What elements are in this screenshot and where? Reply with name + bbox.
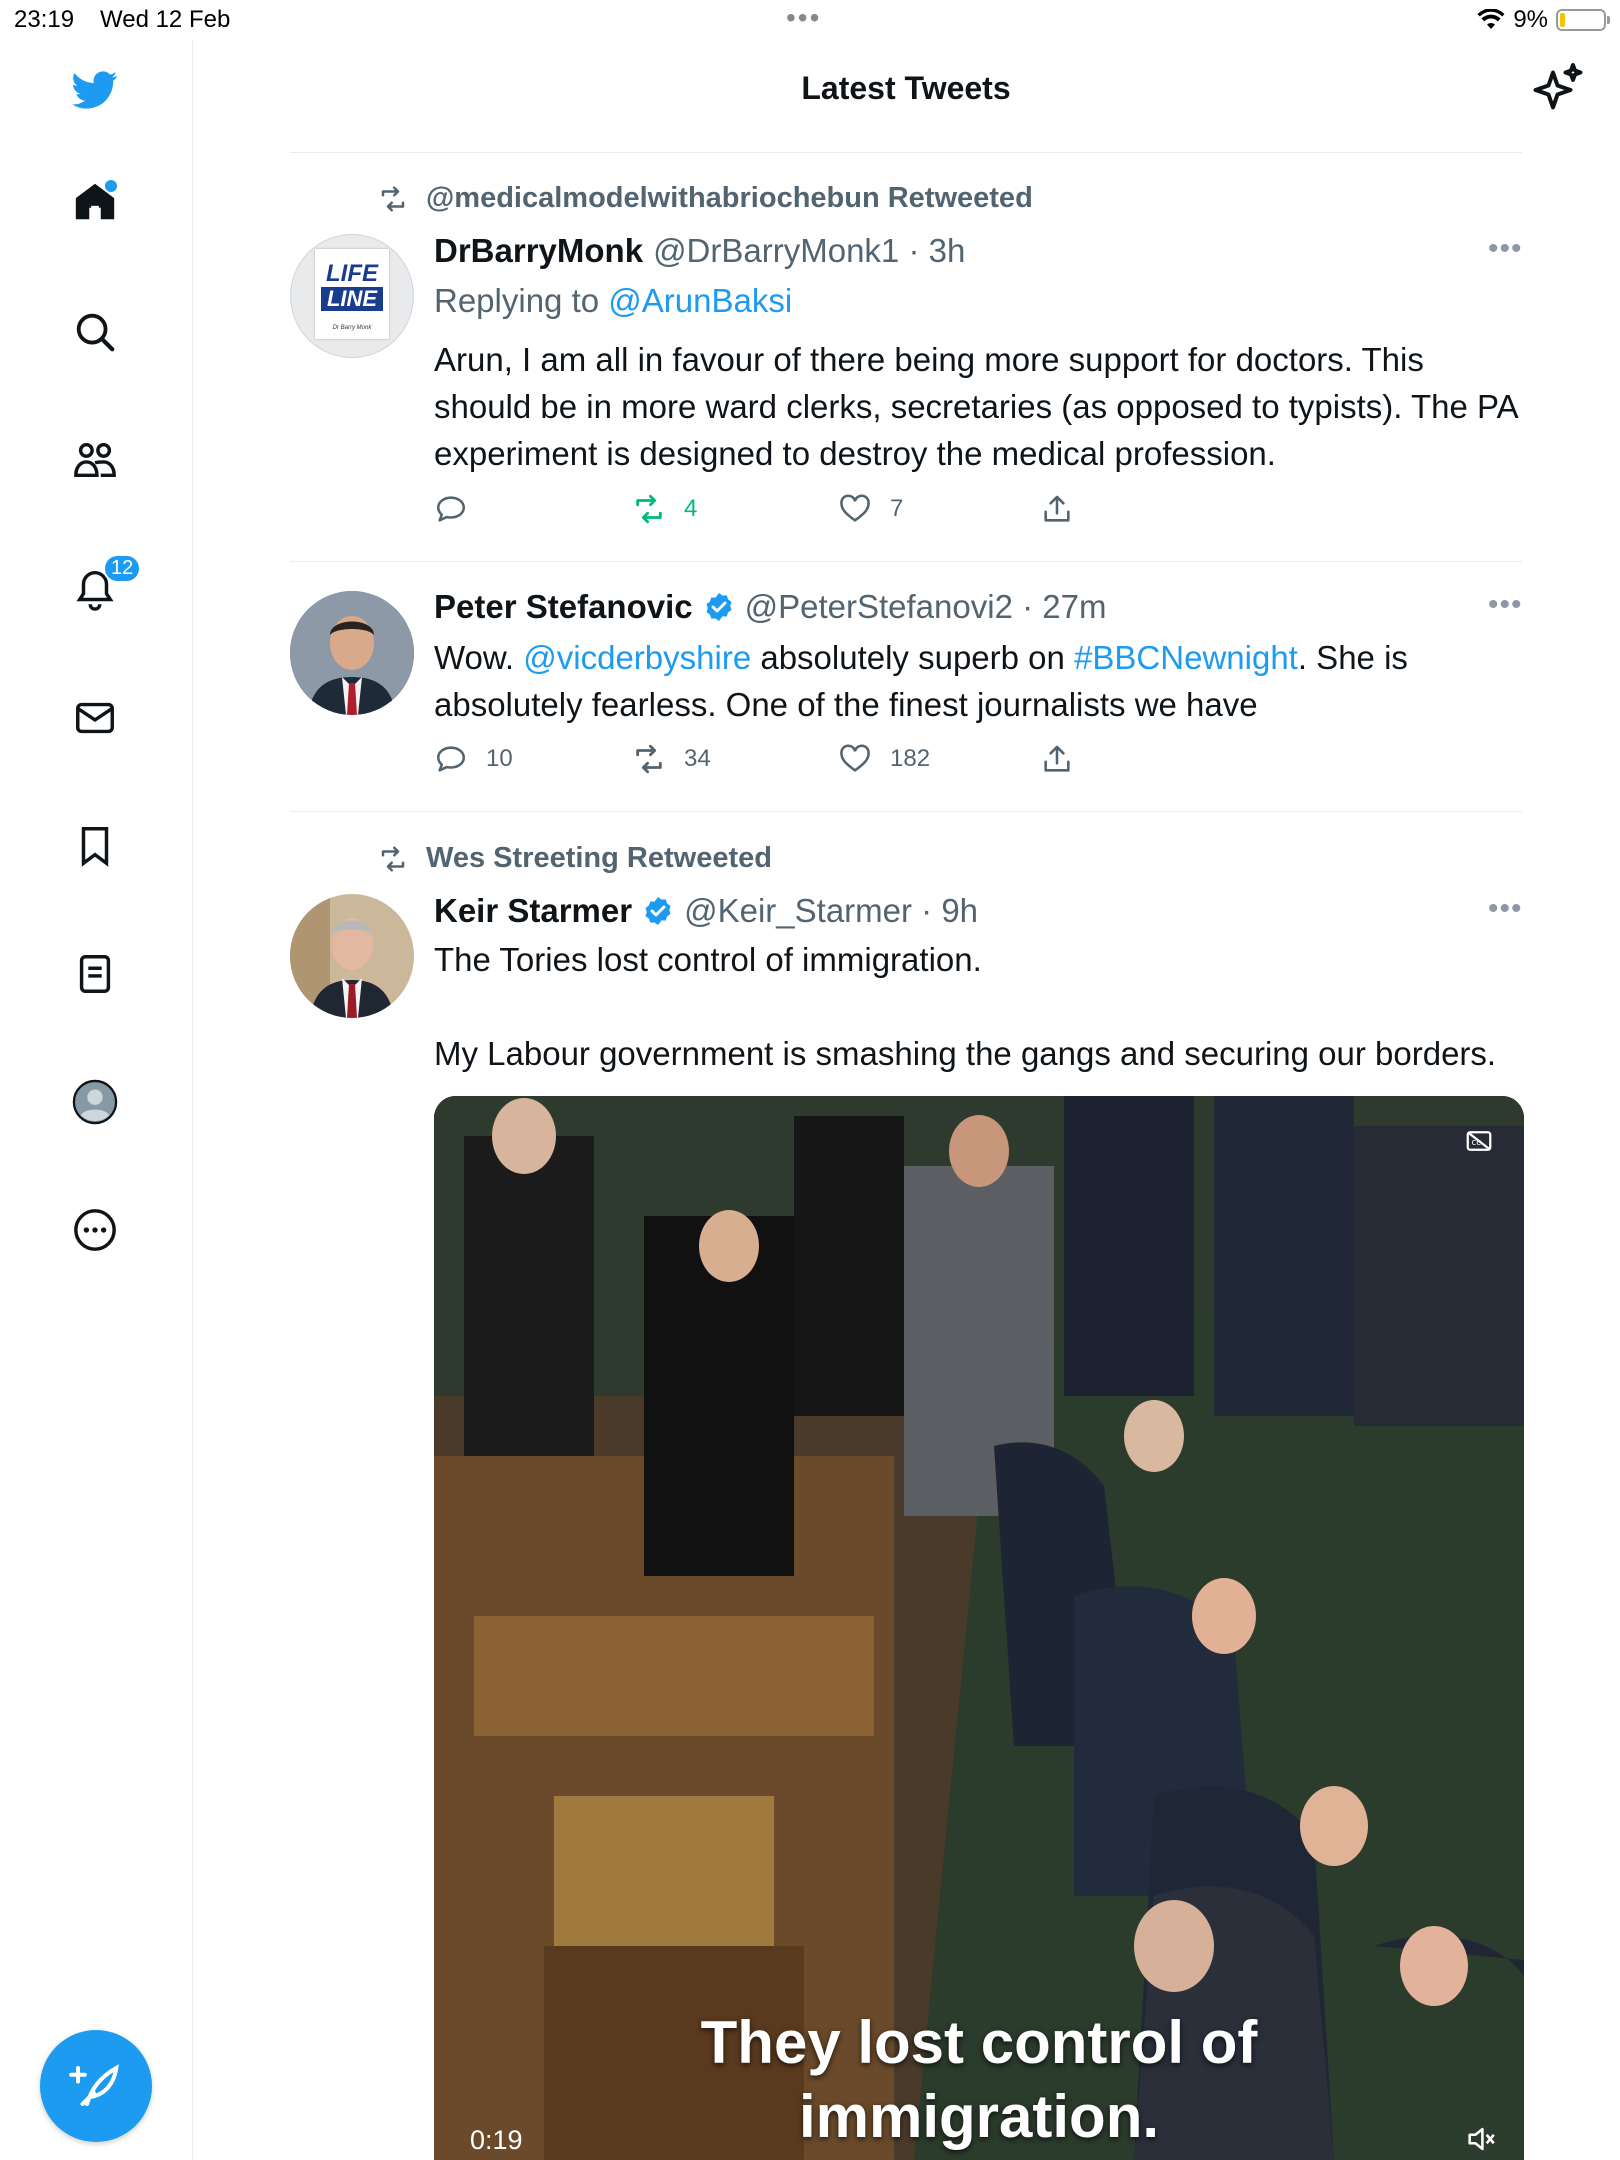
status-date: Wed 12 Feb: [100, 6, 231, 33]
status-bar: 23:19 Wed 12 Feb ••• 9%: [0, 0, 1620, 40]
heart-icon: [840, 494, 870, 522]
avatar-portrait: [290, 894, 414, 1018]
video-player[interactable]: cc They lost control of immigration. 0:1…: [434, 1096, 1524, 2160]
avatar[interactable]: [290, 894, 414, 1018]
retweeted-by[interactable]: @medicalmodelwithabriochebun Retweeted: [426, 182, 1033, 215]
retweet-icon: [381, 846, 405, 871]
lists-icon[interactable]: [67, 946, 123, 1002]
mute-icon[interactable]: [1464, 2122, 1498, 2156]
heart-icon: [840, 744, 870, 772]
sidebar: 12: [0, 40, 193, 2160]
share-icon: [1044, 495, 1070, 522]
header-divider: [290, 152, 1522, 153]
home-icon[interactable]: [67, 174, 123, 230]
page-title: Latest Tweets: [801, 70, 1011, 106]
notifications-badge: 12: [103, 554, 142, 583]
retweet-button[interactable]: 4: [632, 492, 697, 526]
battery-icon: [1556, 9, 1610, 31]
like-count: 7: [890, 495, 904, 522]
avatar[interactable]: LIFE LINE Dr Barry Monk: [290, 234, 414, 358]
notifications-bell-icon[interactable]: 12: [67, 554, 142, 616]
tweet-divider: [290, 561, 1522, 562]
avatar-portrait: [290, 591, 414, 715]
battery-percent: 9%: [1513, 6, 1548, 33]
share-button[interactable]: [1040, 492, 1074, 526]
svg-text:cc: cc: [1472, 1138, 1482, 1148]
reply-context: Replying to @ArunBaksi: [434, 282, 792, 320]
reply-icon: [436, 496, 466, 522]
reply-prefix: Replying to: [434, 282, 609, 319]
tweet-more-button[interactable]: •••: [1488, 588, 1523, 622]
tweet-divider: [290, 811, 1522, 812]
tweet-more-button[interactable]: •••: [1488, 232, 1523, 266]
tweet-more-button[interactable]: •••: [1488, 892, 1523, 926]
like-button[interactable]: 182: [838, 742, 930, 776]
captions-icon[interactable]: cc: [1464, 1126, 1494, 1156]
retweet-icon: [636, 494, 662, 524]
tweet-text-part1: Wow.: [434, 639, 524, 676]
retweet-button[interactable]: 34: [632, 742, 711, 776]
tweet-actions: 4 7: [434, 492, 1134, 532]
handle-time[interactable]: @Keir_Starmer · 9h: [684, 892, 978, 930]
more-options-icon[interactable]: [67, 1202, 123, 1258]
tweet-text: Wow. @vicderbyshire absolutely superb on…: [434, 634, 1524, 728]
retweet-context: Wes Streeting Retweeted: [376, 842, 772, 875]
status-time: 23:19: [14, 6, 75, 33]
messages-icon[interactable]: [67, 690, 123, 746]
video-caption-line2: immigration.: [798, 2083, 1160, 2150]
display-name[interactable]: Peter Stefanovic: [434, 588, 693, 626]
display-name[interactable]: DrBarryMonk: [434, 232, 643, 270]
tweet-text: Arun, I am all in favour of there being …: [434, 341, 1526, 472]
reply-button[interactable]: [434, 492, 486, 526]
video-caption-line1: They lost control of: [700, 2009, 1258, 2076]
handle-time[interactable]: @DrBarryMonk1 · 3h: [653, 232, 965, 270]
avatar-logo-line1: LIFE: [326, 260, 378, 287]
verified-badge-icon: [706, 593, 732, 621]
avatar-logo-line2: LINE: [321, 287, 383, 311]
tweet-header: Keir Starmer @Keir_Starmer · 9h: [434, 892, 978, 930]
bookmarks-icon[interactable]: [67, 818, 123, 874]
share-button[interactable]: [1040, 742, 1074, 776]
mention-link[interactable]: @vicderbyshire: [523, 639, 751, 676]
retweet-count: 34: [684, 745, 711, 772]
status-right: 9%: [1477, 6, 1610, 34]
like-count: 182: [890, 745, 931, 772]
tweet-header: DrBarryMonk @DrBarryMonk1 · 3h: [434, 232, 965, 270]
sparkle-icon[interactable]: [1528, 60, 1588, 120]
reply-button[interactable]: 10: [434, 742, 513, 776]
reply-count: 10: [486, 745, 513, 772]
display-name[interactable]: Keir Starmer: [434, 892, 632, 930]
wifi-icon: [1477, 9, 1505, 29]
handle-time[interactable]: @PeterStefanovi2 · 27m: [745, 588, 1107, 626]
tweet-actions: 10 34 182: [434, 742, 1134, 782]
tweet-text: The Tories lost control of immigration. …: [434, 941, 1497, 1072]
compose-feather-icon: [69, 2064, 119, 2107]
retweet-context: @medicalmodelwithabriochebun Retweeted: [376, 182, 1033, 215]
profile-avatar-icon[interactable]: [67, 1074, 123, 1130]
verified-badge-icon: [645, 897, 671, 925]
avatar[interactable]: [290, 591, 414, 715]
hashtag-link[interactable]: #BBCNewnight: [1074, 639, 1298, 676]
communities-icon[interactable]: [67, 432, 123, 488]
retweet-icon: [636, 744, 662, 774]
retweeted-by[interactable]: Wes Streeting Retweeted: [426, 842, 772, 875]
search-icon[interactable]: [67, 304, 123, 360]
tweet-text-part2: absolutely superb on: [751, 639, 1075, 676]
compose-tweet-button[interactable]: [40, 2030, 152, 2142]
avatar-logo-author: Dr Barry Monk: [332, 325, 372, 331]
multitasking-dots-icon[interactable]: •••: [786, 2, 821, 34]
home-unread-dot: [105, 180, 117, 192]
reply-icon: [436, 746, 466, 772]
share-icon: [1044, 745, 1070, 772]
tweet-header: Peter Stefanovic @PeterStefanovi2 · 27m: [434, 588, 1106, 626]
like-button[interactable]: 7: [838, 492, 903, 526]
reply-to-link[interactable]: @ArunBaksi: [608, 282, 792, 319]
video-timestamp: 0:19: [470, 2125, 523, 2155]
retweet-count: 4: [684, 495, 698, 522]
retweet-icon: [381, 186, 405, 211]
video-frame: [434, 1096, 1524, 2160]
twitter-logo-icon[interactable]: [67, 62, 123, 118]
